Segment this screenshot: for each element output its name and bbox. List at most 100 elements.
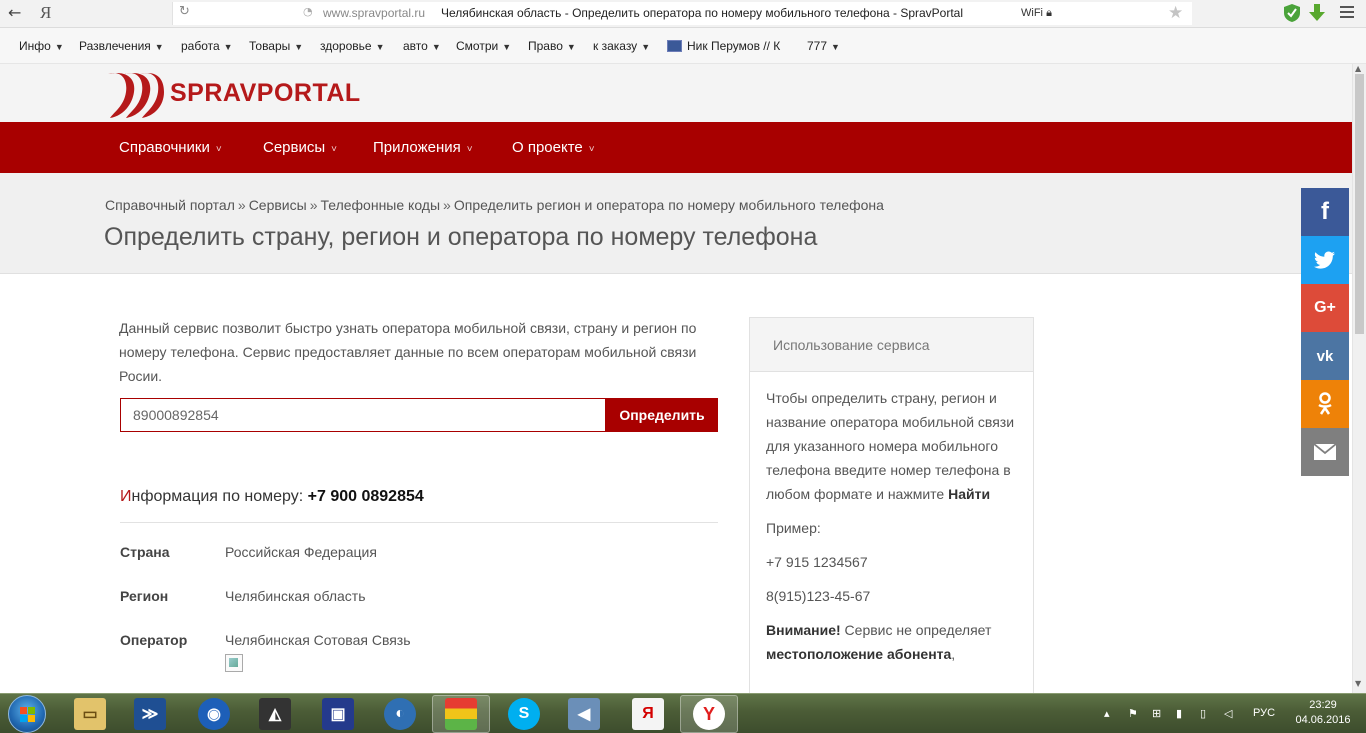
page-scrollbar[interactable]: ▲ ▼ [1352,64,1366,693]
chevron-down-icon: ˅ [215,144,222,155]
page-title: Определить страну, регион и оператора по… [104,223,818,251]
bookmark-label: авто [403,39,428,53]
tray-windows-icon[interactable]: ⊞ [1152,707,1161,720]
nav-label: Справочники [119,139,210,156]
example-label: Пример: [766,520,821,536]
explorer-folder-icon[interactable]: ▭ [74,698,106,730]
scroll-down-arrow-icon[interactable]: ▼ [1355,679,1361,688]
chevron-down-icon: ˅ [466,144,473,155]
bookmark-health[interactable]: здоровье ▼ [320,39,384,53]
bookmark-star-icon[interactable]: ★ [1168,3,1183,23]
twitter-share-button[interactable] [1301,236,1349,284]
nav-apps[interactable]: Приложения ˅ [373,139,473,156]
save-floppy-icon[interactable]: ▣ [322,698,354,730]
social-share-bar: f G+ vk [1301,188,1349,476]
bookmark-favicon-icon [667,40,682,52]
bookmark-entertainment[interactable]: Развлечения ▼ [79,39,164,53]
url-text[interactable]: www.spravportal.ru [323,6,425,20]
bookmark-law[interactable]: Право ▼ [528,39,576,53]
bookmark-label: Ник Перумов // К [687,39,781,53]
bookmark-label: к заказу [593,39,638,53]
scroll-up-arrow-icon[interactable]: ▲ [1355,64,1361,73]
bookmark-info[interactable]: Инфо ▼ [19,39,64,53]
google-earth-icon[interactable]: ◉ [198,698,230,730]
clock-date: 04.06.2016 [1295,714,1351,726]
breadcrumb-item[interactable]: Справочный портал [105,197,235,213]
warning-bold-2: местоположение абонента [766,646,952,662]
operator-logo-broken-image [225,654,243,672]
bookmark-label: Развлечения [79,39,151,53]
bookmark-label: работа [181,39,220,53]
scroll-thumb[interactable] [1355,74,1364,334]
instruction-bold: Найти [948,486,991,502]
breadcrumb: Справочный портал» Сервисы» Телефонные код… [105,197,884,213]
email-share-button[interactable] [1301,428,1349,476]
browser-menu-icon[interactable] [1340,6,1354,21]
bluestacks-icon[interactable] [445,698,477,730]
warning-body: Сервис не определяет [840,622,992,638]
breadcrumb-item[interactable]: Телефонные коды [321,197,441,213]
protect-shield-icon[interactable] [1283,3,1301,23]
heading-text: нформация по номеру: [131,488,308,505]
wifi-label: WiFi [1021,7,1043,19]
country-label: Страна [120,544,170,560]
warning-text: Внимание! Сервис не определяет местополо… [766,618,1026,666]
site-info-icon[interactable]: ◔ [303,5,313,18]
bookmark-label: Товары [249,39,291,53]
tray-language[interactable]: РУС [1253,707,1275,719]
nav-directories[interactable]: Справочники ˅ [119,139,222,156]
address-bar[interactable]: ↻ ◔ www.spravportal.ru Челябинская облас… [172,2,1192,25]
bookmark-watch[interactable]: Смотри ▼ [456,39,511,53]
odnoklassniki-share-button[interactable] [1301,380,1349,428]
powershell-icon[interactable]: ≫ [134,698,166,730]
vk-share-button[interactable]: vk [1301,332,1349,380]
phone-number-input[interactable] [120,398,606,432]
tray-battery-icon[interactable]: ▯ [1200,707,1206,720]
breadcrumb-separator: » [309,197,318,213]
nav-services[interactable]: Сервисы ˅ [263,139,337,156]
system-clock[interactable]: 23:29 04.06.2016 [1290,698,1356,728]
nav-about[interactable]: О проекте ˅ [512,139,595,156]
bookmark-777[interactable]: 777 ▼ [807,39,840,53]
service-description: Данный сервис позволит быстро узнать опе… [119,320,697,384]
speaker-app-icon[interactable]: ◀ [568,698,600,730]
alien-app-icon[interactable]: ◭ [259,698,291,730]
bookmark-goods[interactable]: Товары ▼ [249,39,303,53]
reload-icon[interactable]: ↻ [179,4,190,19]
yandex-browser-icon[interactable]: Y [693,698,725,730]
bookmark-order[interactable]: к заказу ▼ [593,39,650,53]
back-button[interactable]: ← [8,3,21,22]
tray-volume-icon[interactable]: ◁ [1224,707,1232,720]
yandex-app-icon[interactable]: Я [632,698,664,730]
facebook-share-button[interactable]: f [1301,188,1349,236]
googleplus-share-button[interactable]: G+ [1301,284,1349,332]
tab-title: Челябинская область - Определить операто… [441,6,964,20]
usage-panel-title: Использование сервиса [750,318,1033,372]
site-header: SPRAVPORTAL [0,64,1352,122]
yandex-browser-logo[interactable]: Я [40,3,51,23]
download-icon[interactable] [1307,3,1327,23]
breadcrumb-item[interactable]: Сервисы [249,197,307,213]
windows-logo-icon [20,707,36,723]
operator-value: Челябинская Сотовая Связь [225,632,411,648]
example-number-1: +7 915 1234567 [766,554,868,570]
tray-flag-icon[interactable]: ⚑ [1128,707,1138,720]
spravportal-logo-icon[interactable] [106,68,166,120]
bookmark-label: 777 [807,39,828,53]
site-logo-text[interactable]: SPRAVPORTAL [170,79,361,108]
skype-icon[interactable]: S [508,698,540,730]
media-app-icon[interactable]: ◐ [384,698,416,730]
start-button[interactable] [8,695,46,733]
bookmark-auto[interactable]: авто ▼ [403,39,441,53]
country-value: Российская Федерация [225,544,377,560]
wifi-lock-indicator[interactable]: WiFi 🔒︎ [1021,7,1052,20]
clock-time: 23:29 [1309,699,1337,711]
tray-expand-icon[interactable]: ▴ [1104,707,1110,720]
determine-button[interactable]: Определить [606,398,718,432]
logo-word-portal: PORTAL [256,79,361,107]
bookmark-work[interactable]: работа ▼ [181,39,233,53]
odnoklassniki-icon [1318,392,1332,415]
bookmark-label: здоровье [320,39,372,53]
bookmark-perumov[interactable]: Ник Перумов // К [667,39,780,53]
tray-network-icon[interactable]: ▮ [1176,707,1182,720]
